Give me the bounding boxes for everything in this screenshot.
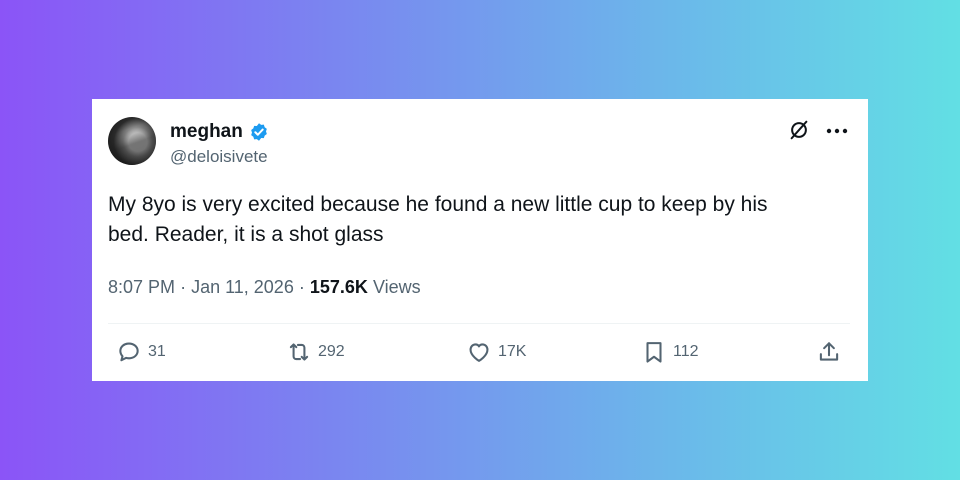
divider xyxy=(108,323,850,324)
action-bar: 31 292 17K 112 xyxy=(92,339,868,373)
tweet-text-line: My 8yo is very excited because he found … xyxy=(108,193,768,216)
retweet-count: 292 xyxy=(318,343,345,360)
views-label: Views xyxy=(372,277,421,297)
reply-button[interactable]: 31 xyxy=(116,339,166,365)
share-button[interactable] xyxy=(816,339,842,365)
display-name[interactable]: meghan xyxy=(170,121,243,143)
avatar-shading xyxy=(108,117,156,165)
meta-separator: · xyxy=(298,277,305,297)
meta-separator: · xyxy=(180,277,187,297)
share-icon xyxy=(819,342,839,361)
tweet-meta: 8:07 PM · Jan 11, 2026 · 157.6K Views xyxy=(108,275,421,299)
tweet-card: meghan @deloisivete My 8yo is very excit… xyxy=(92,99,868,381)
tweet-date[interactable]: Jan 11, 2026 xyxy=(191,277,294,297)
like-button[interactable]: 17K xyxy=(466,339,526,365)
user-handle[interactable]: @deloisivete xyxy=(170,146,268,168)
avatar[interactable] xyxy=(108,117,156,165)
retweet-button[interactable]: 292 xyxy=(286,339,345,365)
reply-icon xyxy=(119,342,139,362)
views-count: 157.6K xyxy=(309,277,368,297)
author-name-row: meghan xyxy=(170,121,269,143)
retweet-icon xyxy=(289,343,309,361)
bookmark-button[interactable]: 112 xyxy=(641,339,699,365)
heart-icon xyxy=(469,343,489,362)
bookmark-count: 112 xyxy=(673,343,699,360)
more-icon[interactable] xyxy=(826,127,848,135)
tweet-text-line: bed. Reader, it is a shot glass xyxy=(108,223,384,246)
bookmark-icon xyxy=(646,342,662,363)
grok-icon[interactable] xyxy=(788,119,810,141)
verified-badge-icon xyxy=(251,123,267,141)
like-count: 17K xyxy=(498,343,527,360)
reply-count: 31 xyxy=(148,343,166,360)
tweet-time[interactable]: 8:07 PM xyxy=(108,277,175,297)
tweet-text: My 8yo is very excited because he found … xyxy=(108,190,848,250)
